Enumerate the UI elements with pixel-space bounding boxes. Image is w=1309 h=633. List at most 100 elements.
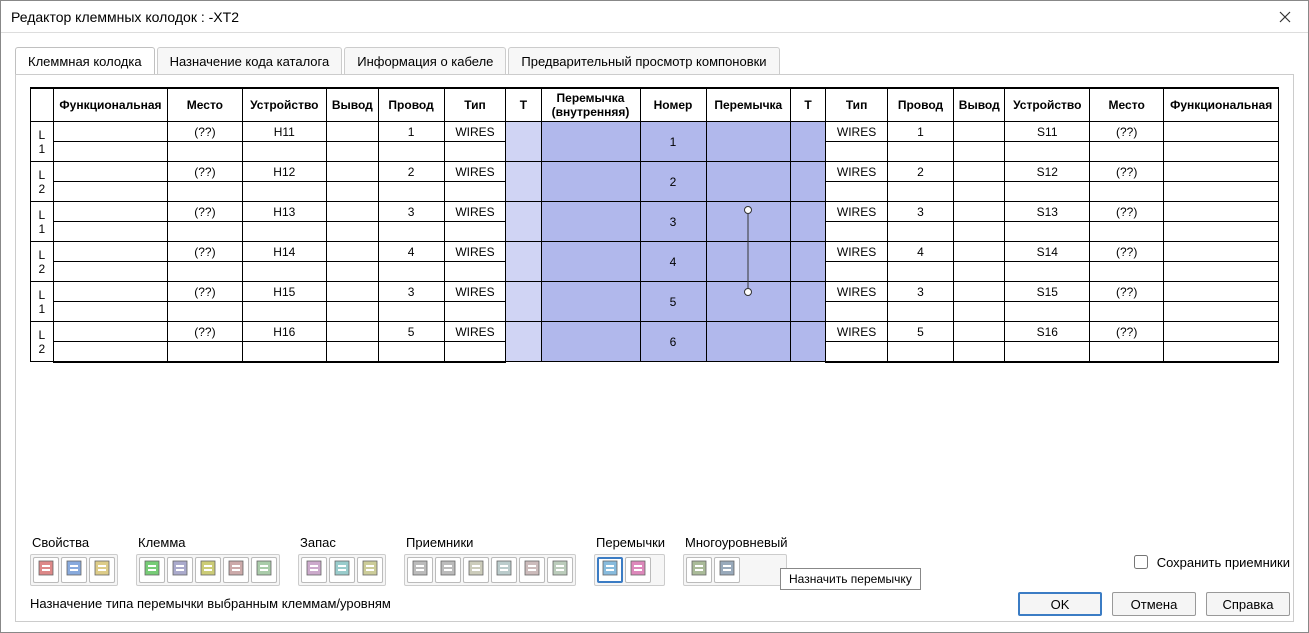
- table-cell[interactable]: [242, 302, 327, 322]
- table-cell[interactable]: 3: [888, 282, 954, 302]
- column-header[interactable]: Функциональная: [1164, 88, 1279, 122]
- level-cell[interactable]: L 1: [31, 122, 54, 162]
- column-header[interactable]: Место: [1090, 88, 1164, 122]
- table-cell[interactable]: WIRES: [826, 122, 888, 142]
- column-header[interactable]: Устройство: [242, 88, 327, 122]
- spare-up-button[interactable]: [357, 557, 383, 583]
- table-cell[interactable]: [168, 182, 242, 202]
- table-cell[interactable]: [378, 262, 444, 282]
- table-cell[interactable]: [1005, 342, 1090, 362]
- table-cell[interactable]: WIRES: [826, 202, 888, 222]
- table-cell[interactable]: [1005, 182, 1090, 202]
- table-cell[interactable]: [1164, 342, 1279, 362]
- table-cell[interactable]: [53, 262, 168, 282]
- jumper-inner-cell[interactable]: [541, 202, 640, 242]
- table-cell[interactable]: [168, 222, 242, 242]
- table-cell[interactable]: [954, 202, 1005, 222]
- table-cell[interactable]: [168, 342, 242, 362]
- table-cell[interactable]: [826, 342, 888, 362]
- jumper-cell[interactable]: [706, 122, 791, 162]
- table-cell[interactable]: (??): [1090, 122, 1164, 142]
- jumper-cell[interactable]: [706, 242, 791, 282]
- table-cell[interactable]: H11: [242, 122, 327, 142]
- table-cell[interactable]: (??): [1090, 162, 1164, 182]
- level-cell[interactable]: L 1: [31, 282, 54, 322]
- cancel-button[interactable]: Отмена: [1112, 592, 1196, 616]
- table-cell[interactable]: [327, 302, 378, 322]
- table-cell[interactable]: H12: [242, 162, 327, 182]
- spare-down-button[interactable]: [329, 557, 355, 583]
- recv-block-button[interactable]: [547, 557, 573, 583]
- table-cell[interactable]: [242, 342, 327, 362]
- tab-3[interactable]: Предварительный просмотр компоновки: [508, 47, 779, 75]
- jumper-cell[interactable]: [706, 162, 791, 202]
- table-cell[interactable]: [826, 302, 888, 322]
- table-cell[interactable]: [53, 122, 168, 142]
- table-cell[interactable]: [242, 182, 327, 202]
- tab-1[interactable]: Назначение кода каталога: [157, 47, 343, 75]
- jumper-assign-button[interactable]: [597, 557, 623, 583]
- number-cell[interactable]: 1: [640, 122, 706, 162]
- multi-in-button[interactable]: [686, 557, 712, 583]
- table-cell[interactable]: [826, 262, 888, 282]
- table-cell[interactable]: [1090, 302, 1164, 322]
- table-cell[interactable]: (??): [168, 322, 242, 342]
- table-cell[interactable]: WIRES: [826, 162, 888, 182]
- table-cell[interactable]: 5: [888, 322, 954, 342]
- table-cell[interactable]: [1164, 282, 1279, 302]
- table-cell[interactable]: (??): [1090, 322, 1164, 342]
- table-cell[interactable]: [1005, 302, 1090, 322]
- recv-list-button[interactable]: [519, 557, 545, 583]
- table-cell[interactable]: H14: [242, 242, 327, 262]
- table-cell[interactable]: [826, 142, 888, 162]
- table-cell[interactable]: [1164, 142, 1279, 162]
- column-header[interactable]: Тип: [444, 88, 506, 122]
- table-cell[interactable]: WIRES: [826, 282, 888, 302]
- table-cell[interactable]: [378, 222, 444, 242]
- recv-up-button[interactable]: [407, 557, 433, 583]
- terminal-mvup-button[interactable]: [223, 557, 249, 583]
- table-cell[interactable]: (??): [168, 162, 242, 182]
- table-cell[interactable]: [444, 222, 506, 242]
- table-cell[interactable]: [826, 222, 888, 242]
- table-cell[interactable]: [1164, 202, 1279, 222]
- table-cell[interactable]: [954, 282, 1005, 302]
- props-edit-button[interactable]: [33, 557, 59, 583]
- table-cell[interactable]: 1: [888, 122, 954, 142]
- level-cell[interactable]: L 2: [31, 242, 54, 282]
- save-receivers-checkbox[interactable]: Сохранить приемники: [1130, 552, 1290, 572]
- column-header[interactable]: Устройство: [1005, 88, 1090, 122]
- table-cell[interactable]: S13: [1005, 202, 1090, 222]
- jumper-cell[interactable]: [706, 202, 791, 242]
- table-cell[interactable]: [168, 302, 242, 322]
- recv-down-button[interactable]: [435, 557, 461, 583]
- table-cell[interactable]: [327, 242, 378, 262]
- table-cell[interactable]: [954, 182, 1005, 202]
- props-paste-button[interactable]: [89, 557, 115, 583]
- level-cell[interactable]: L 1: [31, 202, 54, 242]
- table-cell[interactable]: [168, 262, 242, 282]
- table-cell[interactable]: H15: [242, 282, 327, 302]
- multi-out-button[interactable]: [714, 557, 740, 583]
- table-cell[interactable]: H13: [242, 202, 327, 222]
- column-header[interactable]: Тип: [826, 88, 888, 122]
- table-cell[interactable]: [506, 282, 541, 322]
- table-cell[interactable]: 2: [888, 162, 954, 182]
- column-header[interactable]: Вывод: [954, 88, 1005, 122]
- table-cell[interactable]: [1164, 222, 1279, 242]
- table-cell[interactable]: WIRES: [444, 282, 506, 302]
- table-cell[interactable]: [327, 322, 378, 342]
- table-cell[interactable]: [53, 322, 168, 342]
- table-cell[interactable]: [1005, 222, 1090, 242]
- table-cell[interactable]: [1164, 322, 1279, 342]
- table-cell[interactable]: (??): [168, 202, 242, 222]
- jumper-cell[interactable]: [706, 282, 791, 322]
- tab-2[interactable]: Информация о кабеле: [344, 47, 506, 75]
- column-header[interactable]: Номер: [640, 88, 706, 122]
- table-cell[interactable]: S11: [1005, 122, 1090, 142]
- table-cell[interactable]: (??): [168, 242, 242, 262]
- table-cell[interactable]: [1090, 262, 1164, 282]
- column-header[interactable]: Вывод: [327, 88, 378, 122]
- table-cell[interactable]: [954, 222, 1005, 242]
- ok-button[interactable]: OK: [1018, 592, 1102, 616]
